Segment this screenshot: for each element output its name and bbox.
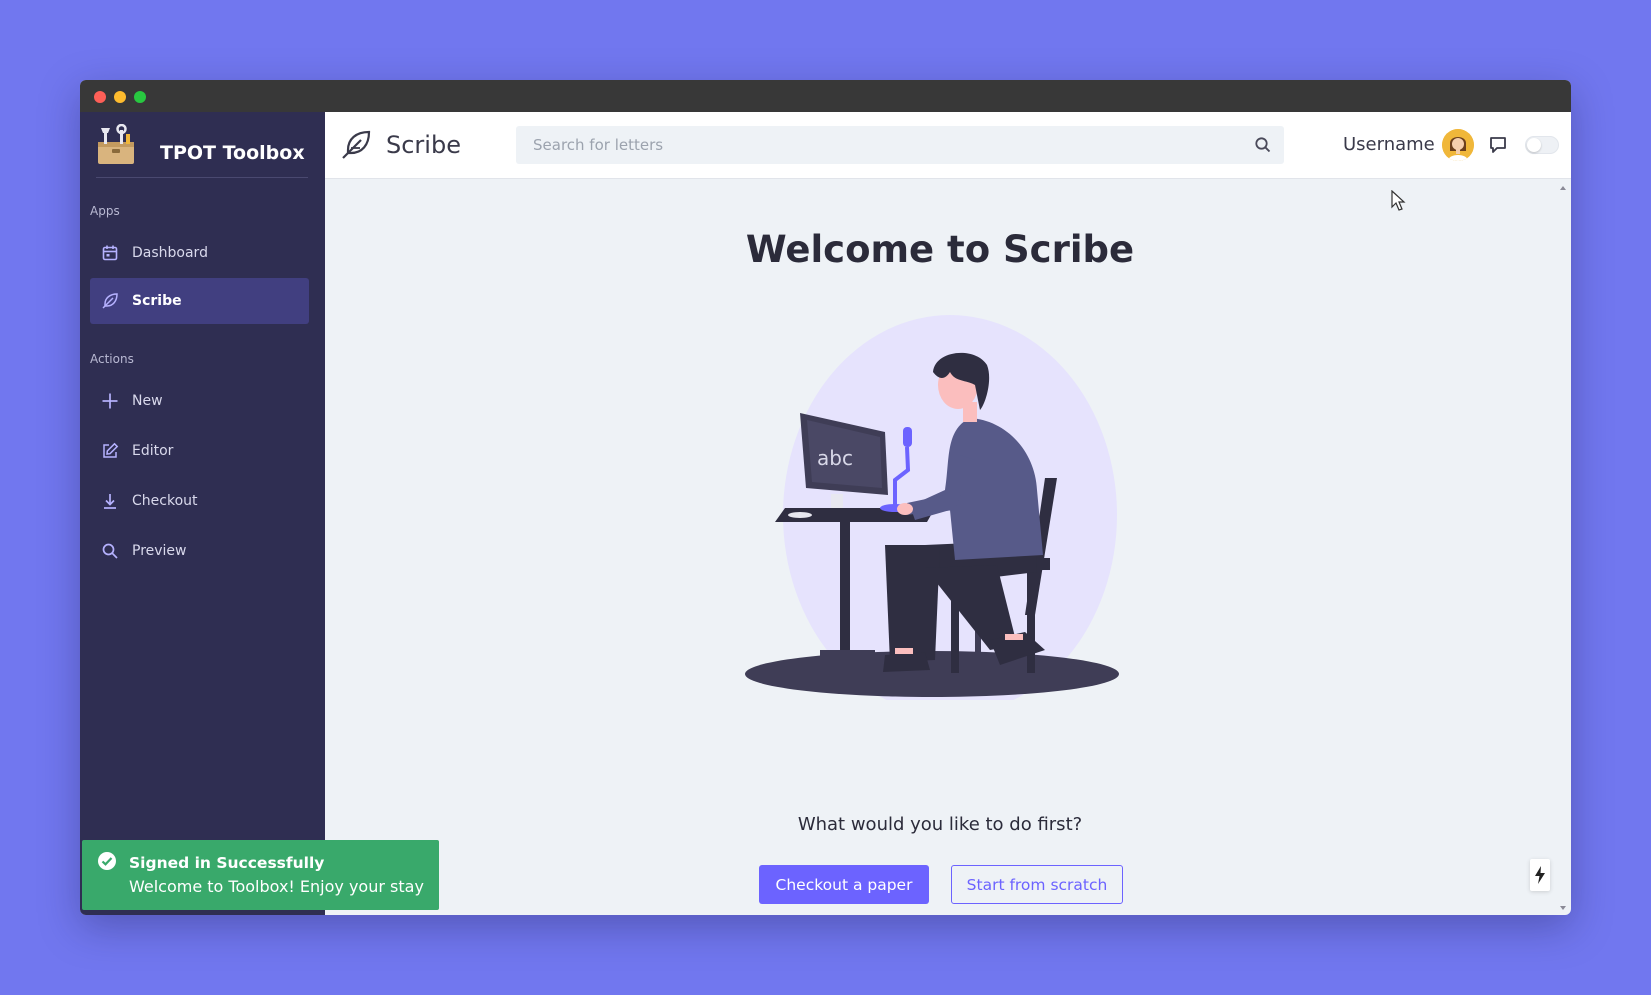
mouse-pointer-icon (1391, 190, 1406, 211)
minimize-window-button[interactable] (114, 91, 126, 103)
toggle-knob (1527, 138, 1541, 152)
sidebar-item-editor[interactable]: Editor (90, 428, 309, 474)
sidebar-item-scribe[interactable]: Scribe (90, 278, 309, 324)
person-at-computer-illustration: abc (745, 315, 1119, 700)
scroll-up-arrow-icon[interactable] (1559, 184, 1567, 192)
check-circle-icon (98, 852, 116, 870)
lightning-icon (1535, 866, 1545, 884)
search-icon (102, 543, 118, 559)
brand[interactable]: TPOT Toolbox (96, 122, 308, 178)
toolbox-icon (98, 124, 134, 164)
scroll-down-arrow-icon[interactable] (1559, 904, 1567, 912)
success-toast[interactable]: Signed in Successfully Welcome to Toolbo… (82, 840, 439, 910)
toast-title: Signed in Successfully (129, 854, 325, 872)
brand-name: TPOT Toolbox (160, 142, 305, 164)
sidebar-item-dashboard[interactable]: Dashboard (90, 230, 309, 276)
sidebar-item-label: Preview (132, 543, 187, 559)
maximize-window-button[interactable] (134, 91, 146, 103)
plus-icon (102, 393, 118, 409)
username[interactable]: Username (1343, 134, 1435, 155)
sidebar-item-label: Scribe (132, 293, 182, 309)
app-title: Scribe (386, 131, 461, 159)
section-label-apps: Apps (90, 204, 120, 218)
search-input[interactable] (516, 126, 1236, 164)
sidebar-item-new[interactable]: New (90, 378, 309, 424)
close-window-button[interactable] (94, 91, 106, 103)
avatar-image (1442, 129, 1474, 161)
top-bar: Scribe Username (325, 112, 1571, 179)
sidebar-item-label: New (132, 393, 163, 409)
sidebar-item-checkout[interactable]: Checkout (90, 478, 309, 524)
section-label-actions: Actions (90, 352, 134, 366)
first-action-prompt: What would you like to do first? (797, 814, 1083, 835)
feather-icon (342, 130, 371, 159)
sidebar-item-label: Checkout (132, 493, 198, 509)
sidebar-item-preview[interactable]: Preview (90, 528, 309, 574)
edit-icon (103, 442, 119, 458)
search-bar (516, 126, 1284, 164)
illustration-screen-text: abc (817, 446, 853, 470)
window-titlebar (80, 80, 1571, 112)
start-from-scratch-button[interactable]: Start from scratch (951, 865, 1123, 904)
feather-icon (102, 293, 118, 309)
main-content: Welcome to Scribe abc What would you lik… (325, 180, 1571, 915)
calendar-icon (102, 245, 118, 261)
sidebar-item-label: Dashboard (132, 245, 208, 261)
chat-icon[interactable] (1488, 135, 1508, 155)
checkout-paper-button[interactable]: Checkout a paper (759, 865, 929, 904)
sidebar: TPOT Toolbox Apps Dashboard Scribe Actio… (80, 112, 325, 915)
app-window: TPOT Toolbox Apps Dashboard Scribe Actio… (80, 80, 1571, 915)
search-icon[interactable] (1254, 136, 1272, 154)
quick-action-button[interactable] (1530, 859, 1550, 891)
welcome-title: Welcome to Scribe (745, 228, 1135, 271)
sidebar-item-label: Editor (132, 443, 174, 459)
toast-message: Welcome to Toolbox! Enjoy your stay (129, 877, 424, 896)
theme-toggle[interactable] (1525, 136, 1559, 154)
user-avatar[interactable] (1442, 129, 1474, 161)
download-icon (104, 494, 116, 509)
